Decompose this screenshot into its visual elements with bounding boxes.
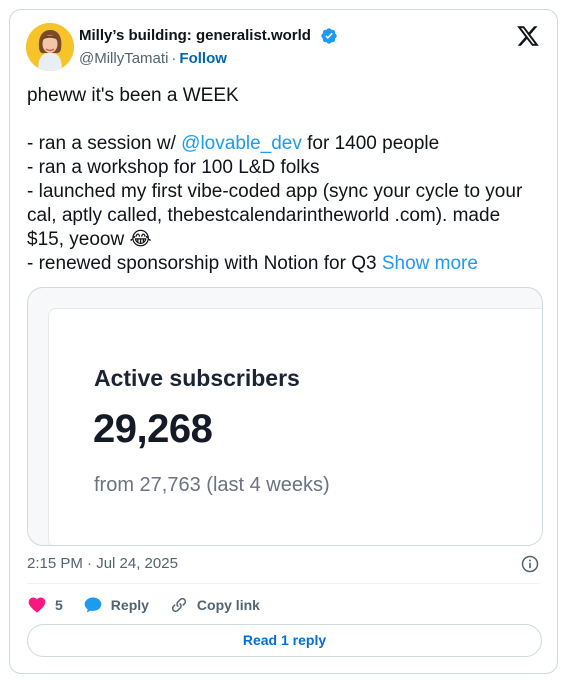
show-more-link[interactable]: Show more [382,253,478,274]
info-icon[interactable] [520,554,540,574]
stat-subtext: from 27,763 (last 4 weeks) [94,474,330,496]
handle-row: @MillyTamati · Follow [79,50,227,67]
author-handle[interactable]: @MillyTamati [79,50,168,67]
tweet-line-4: - launched my first vibe-coded app (sync… [27,181,523,250]
action-bar: 5 Reply Copy link [27,594,280,616]
x-logo-icon[interactable] [516,24,540,48]
tweet-line-2-prefix: - ran a session w/ [27,133,182,154]
like-count: 5 [55,597,63,613]
tweet-line-3: - ran a workshop for 100 L&D folks [27,157,320,178]
tweet-card[interactable]: Milly’s building: generalist.world @Mill… [9,9,558,674]
mention-link[interactable]: @lovable_dev [181,133,302,154]
reply-bubble-icon [84,597,102,613]
author-name[interactable]: Milly’s building: generalist.world [79,27,311,44]
handle-separator: · [171,50,177,67]
copy-link-button[interactable]: Copy link [169,595,260,615]
reply-button[interactable]: Reply [83,595,149,615]
avatar[interactable] [26,23,74,71]
media-stat-card: Active subscribers 29,268 from 27,763 (l… [48,308,542,545]
tweet-text: pheww it's been a WEEK - ran a session w… [27,84,527,276]
tweet-line-5: - renewed sponsorship with Notion for Q3 [27,253,377,274]
link-icon [171,597,187,613]
tweet-line-2-suffix: for 1400 people [301,133,440,154]
verified-badge-icon [321,28,337,44]
follow-button[interactable]: Follow [179,50,227,67]
tweet-media-image[interactable]: Active subscribers 29,268 from 27,763 (l… [27,287,543,546]
tweet-line-1: pheww it's been a WEEK [27,85,239,106]
like-button[interactable]: 5 [27,595,63,615]
reply-label: Reply [110,597,149,613]
divider [27,583,540,584]
avatar-image [26,23,74,71]
heart-icon [28,597,46,613]
stat-label: Active subscribers [94,365,300,391]
read-reply-button[interactable]: Read 1 reply [27,624,542,657]
stat-value: 29,268 [93,407,213,451]
copy-link-label: Copy link [196,597,260,613]
timestamp[interactable]: 2:15 PM · Jul 24, 2025 [27,555,178,572]
